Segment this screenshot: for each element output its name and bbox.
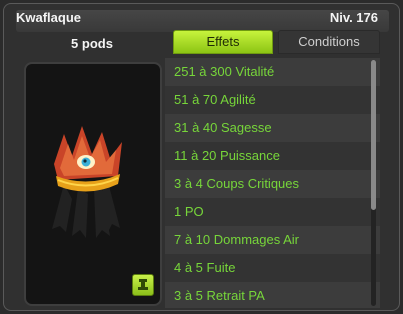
- list-item: 7 à 10 Dommages Air: [165, 226, 380, 254]
- list-item: 51 à 70 Agilité: [165, 86, 380, 114]
- set-link-icon: [138, 279, 148, 290]
- list-item: 1 PO: [165, 198, 380, 226]
- list-item: 31 à 40 Sagesse: [165, 114, 380, 142]
- scrollbar-thumb[interactable]: [371, 60, 376, 210]
- tab-effects[interactable]: Effets: [173, 30, 273, 54]
- set-link-button[interactable]: [132, 274, 154, 296]
- effects-list: 251 à 300 Vitalité 51 à 70 Agilité 31 à …: [165, 58, 380, 308]
- effects-scrollbar[interactable]: [371, 60, 376, 306]
- red-crown-icon: [52, 126, 122, 238]
- item-image-box: [24, 62, 162, 306]
- list-item: 11 à 20 Puissance: [165, 142, 380, 170]
- list-item: 251 à 300 Vitalité: [165, 58, 380, 86]
- tab-conditions[interactable]: Conditions: [278, 30, 380, 54]
- list-item: 3 à 5 Retrait PA: [165, 282, 380, 308]
- item-weight: 5 pods: [71, 36, 113, 51]
- list-item: 3 à 4 Coups Critiques: [165, 170, 380, 198]
- item-name: Kwaflaque: [16, 10, 82, 25]
- item-level: Niv. 176: [329, 10, 378, 25]
- list-item: 4 à 5 Fuite: [165, 254, 380, 282]
